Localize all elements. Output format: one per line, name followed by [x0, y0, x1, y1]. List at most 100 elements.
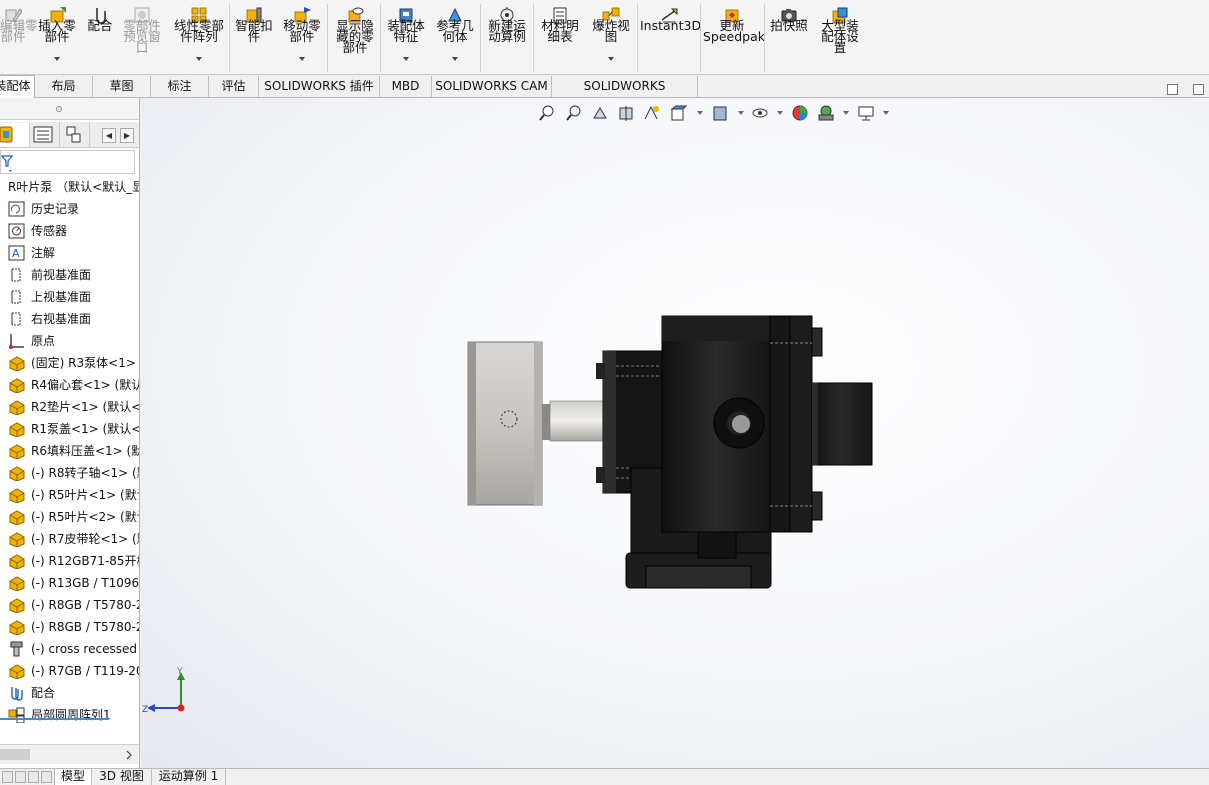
exploded-view-button[interactable]: 爆炸视 图 [587, 0, 635, 74]
tree-item[interactable]: 上视基准面 [0, 286, 139, 308]
section-view-icon[interactable] [617, 104, 635, 122]
tree-item[interactable]: R4偏心套<1> (默认<<默认>_显示状态 1>) [0, 374, 139, 396]
expand-panel-icon[interactable] [1193, 84, 1204, 95]
tab-1[interactable]: 布局 [35, 76, 93, 97]
tree-item[interactable]: R2垫片<1> (默认<<默认>_显示状态 1>) [0, 396, 139, 418]
zoom-to-fit-icon[interactable] [539, 104, 557, 122]
large-assembly-button[interactable]: 大型装 配体设 置 [817, 0, 863, 74]
mate-button[interactable]: 配合 [83, 0, 117, 74]
view-settings-dropdown[interactable] [883, 111, 889, 115]
dynamic-annotation-icon[interactable] [643, 104, 661, 122]
next-tab-icon[interactable] [28, 771, 39, 783]
annotation-icon: A [8, 245, 25, 261]
tab-6[interactable]: MBD [380, 76, 432, 97]
tab-scroll-left-icon[interactable]: ◀ [102, 128, 116, 143]
last-tab-icon[interactable] [41, 771, 52, 783]
configuration-manager-tab[interactable] [60, 123, 90, 147]
feature-manager-tab[interactable] [0, 123, 30, 147]
tree-item[interactable]: 传感器 [0, 220, 139, 242]
tree-item[interactable]: R1泵盖<1> (默认<<默认>_显示状态 1>) [0, 418, 139, 440]
tab-5[interactable]: SOLIDWORKS 插件 [259, 76, 380, 97]
view-settings-icon[interactable] [857, 104, 875, 122]
reference-geometry-button[interactable]: 参考几 何体 [432, 0, 478, 74]
insert-component-dropdown-icon[interactable] [54, 57, 60, 61]
display-style-dropdown[interactable] [738, 111, 744, 115]
move-component-button[interactable]: 移动零 部件 [279, 0, 325, 74]
vane-pump-model[interactable] [466, 308, 876, 593]
tree-item[interactable]: (-) R8GB / T5780-2000六角头螺栓 [0, 594, 139, 616]
tree-item-label: (-) R13GB / T1096-2003普通平键 [31, 576, 140, 590]
assembly-feature-dropdown-icon[interactable] [403, 57, 409, 61]
tree-item-label: 注解 [31, 246, 56, 260]
scene-dropdown[interactable] [843, 111, 849, 115]
tree-item[interactable]: 配合 [0, 682, 139, 704]
reference-geometry-dropdown-icon[interactable] [452, 57, 458, 61]
tree-item[interactable]: 前视基准面 [0, 264, 139, 286]
property-manager-tab[interactable] [30, 123, 60, 147]
tab-3[interactable]: 标注 [151, 76, 209, 97]
insert-component-button[interactable]: 插入零 部件 [36, 0, 78, 74]
exploded-view-dropdown-icon[interactable] [608, 57, 614, 61]
tree-item[interactable]: A 注解 [0, 242, 139, 264]
move-component-dropdown-icon[interactable] [299, 57, 305, 61]
panel-collapse-bar[interactable] [0, 98, 139, 120]
tree-item[interactable]: (-) R7GB / T119-2000圆柱销 [0, 660, 139, 682]
display-style-icon[interactable] [711, 104, 729, 122]
bottom-tab-2[interactable]: 运动算例 1 [152, 769, 226, 785]
tab-7[interactable]: SOLIDWORKS CAM [432, 76, 552, 97]
linear-pattern-button[interactable]: 线性零部 件阵列 [168, 0, 230, 74]
smart-fasteners-button[interactable]: 智能扣 件 [232, 0, 276, 74]
scroll-right-icon[interactable] [0, 745, 140, 765]
tree-item-label: (-) R7GB / T119-2000圆柱销 [31, 664, 139, 678]
tree-filter-box[interactable] [0, 150, 135, 174]
tree-item[interactable]: (-) R5叶片<2> (默认<<默认>_显示状态 1>) [0, 506, 139, 528]
tree-item[interactable]: 原点 [0, 330, 139, 352]
tree-item[interactable]: 局部圆周阵列1 [0, 704, 139, 726]
tab-0[interactable]: 装配体 [0, 75, 35, 98]
tree-item[interactable]: R6填料压盖<1> (默认<<默认>_显示状态 1>) [0, 440, 139, 462]
tree-item[interactable]: (-) cross recessed screw [0, 638, 139, 660]
bom-button[interactable]: 材料明 细表 [536, 0, 584, 74]
restore-panel-icon[interactable] [1167, 84, 1178, 95]
tab-2[interactable]: 草图 [93, 76, 151, 97]
tree-item[interactable]: (-) R8转子轴<1> (默认<<默认>_显示状态 1>) [0, 462, 139, 484]
tab-4[interactable]: 评估 [209, 76, 259, 97]
first-tab-icon[interactable] [2, 771, 13, 783]
tree-item[interactable]: (-) R12GB71-85开槽锥端紧定螺钉 [0, 550, 139, 572]
triad-z-label: Z [142, 705, 148, 715]
apply-scene-icon[interactable] [817, 104, 835, 122]
tree-item-label: (-) R5叶片<2> (默认<<默认>_显示状态 1>) [31, 510, 139, 524]
ribbon-separator [700, 4, 701, 72]
tab-scroll-right-icon[interactable]: ▶ [120, 128, 134, 143]
tree-item[interactable]: (-) R13GB / T1096-2003普通平键 [0, 572, 140, 594]
tree-item[interactable]: (-) R7皮带轮<1> (默认<<默认>_显示状态 1>) [0, 528, 139, 550]
mate-label: 配合 [87, 18, 113, 33]
tree-item[interactable]: 右视基准面 [0, 308, 139, 330]
tree-item[interactable]: 历史记录 [0, 198, 139, 220]
tree-item-label: 局部圆周阵列1 [31, 708, 111, 722]
assembly-feature-button[interactable]: 装配体 特征 [383, 0, 429, 74]
graphics-area[interactable]: Y Z [141, 98, 1209, 768]
new-motion-study-button[interactable]: 新建运 动算例 [484, 0, 530, 74]
instant3d-button[interactable]: Instant3D [640, 0, 701, 74]
linear-pattern-dropdown-icon[interactable] [196, 57, 202, 61]
show-hidden-button[interactable]: 显示隐 藏的零 部件 [332, 0, 378, 74]
zoom-to-area-icon[interactable] [565, 104, 583, 122]
tree-item[interactable]: (固定) R3泵体<1> (默认<<默认>_显示状态 1>) [0, 352, 139, 374]
snapshot-button[interactable]: 拍快照 [766, 0, 812, 74]
bottom-tab-1[interactable]: 3D 视图 [92, 769, 152, 785]
bottom-tab-0[interactable]: 模型 [54, 769, 92, 785]
edit-appearance-icon[interactable] [791, 104, 809, 122]
hide-show-dropdown[interactable] [777, 111, 783, 115]
previous-view-icon[interactable] [591, 104, 609, 122]
tree-item[interactable]: (-) R8GB / T5780-2000六角头螺栓 [0, 616, 139, 638]
tree-root-assembly[interactable]: R叶片泵 （默认<默认_显示状态-1>） [0, 176, 139, 198]
tab-8[interactable]: SOLIDWORKS Inspection [552, 76, 698, 113]
view-orientation-dropdown[interactable] [697, 111, 703, 115]
previous-tab-icon[interactable] [15, 771, 26, 783]
tree-item[interactable]: (-) R5叶片<1> (默认<<默认>_显示状态 1>) [0, 484, 139, 506]
hide-show-items-icon[interactable] [751, 104, 769, 122]
update-speedpak-button[interactable]: 更新 Speedpak [703, 0, 765, 74]
tree-horizontal-scrollbar[interactable] [0, 744, 140, 765]
view-orientation-icon[interactable] [669, 104, 687, 122]
